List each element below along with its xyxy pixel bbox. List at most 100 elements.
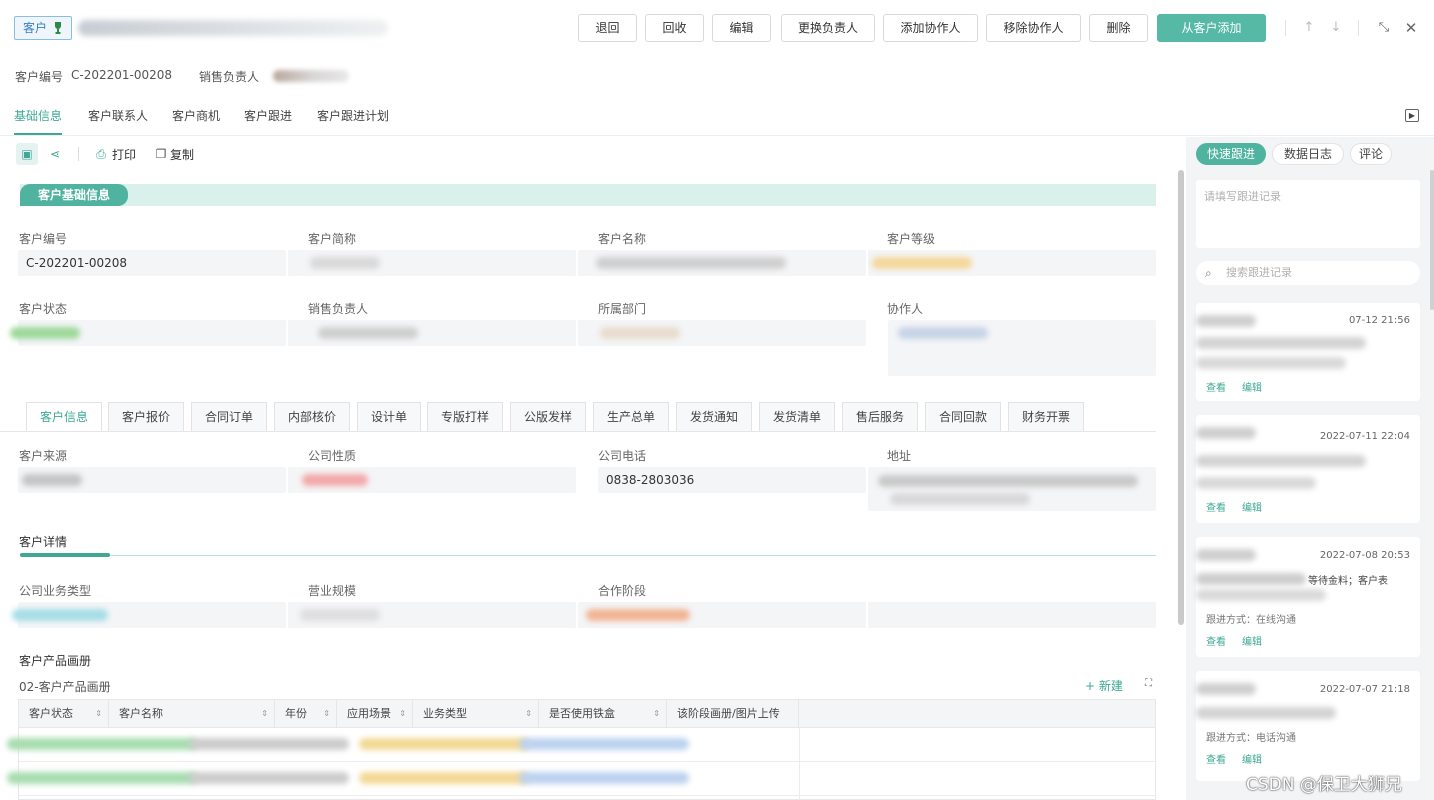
detail-divider bbox=[20, 555, 1156, 556]
copy-icon[interactable]: ❐ bbox=[150, 143, 172, 165]
tab-customer-followup-plan[interactable]: 客户跟进计划 bbox=[317, 107, 389, 124]
inner-tab-customer-info[interactable]: 客户信息 bbox=[26, 402, 102, 432]
edit-button[interactable]: 编辑 bbox=[712, 14, 771, 42]
redacted-row-data bbox=[519, 772, 689, 784]
remove-collaborator-button[interactable]: 移除协作人 bbox=[986, 14, 1081, 42]
field-label-code: 客户编号 bbox=[19, 232, 68, 246]
column-divider bbox=[799, 728, 800, 800]
redacted-status-tag bbox=[10, 327, 80, 339]
inner-tab-production-order[interactable]: 生产总单 bbox=[593, 402, 669, 432]
sort-icon[interactable]: ⇕ bbox=[399, 700, 406, 728]
add-from-customer-button[interactable]: 从客户添加 bbox=[1157, 14, 1266, 42]
back-button[interactable]: 退回 bbox=[578, 14, 637, 42]
main-scrollbar[interactable] bbox=[1178, 170, 1184, 625]
followup-time: 2022-07-11 22:04 bbox=[1319, 431, 1410, 442]
search-icon: ⌕ bbox=[1205, 266, 1212, 280]
column-header[interactable]: 该阶段画册/图片上传 bbox=[667, 700, 799, 728]
summary-code-label: 客户编号 bbox=[15, 70, 64, 84]
shrink-icon[interactable]: ⤡ bbox=[1375, 18, 1393, 38]
column-header[interactable]: 年份 ⇕ bbox=[275, 700, 337, 728]
view-link[interactable]: 查看 bbox=[1206, 633, 1226, 648]
tab-comments[interactable]: 评论 bbox=[1350, 143, 1392, 165]
followup-card: 2022-07-07 21:18 跟进方式：电话沟通 查看 编辑 bbox=[1196, 671, 1420, 781]
field-label-name: 客户名称 bbox=[598, 232, 647, 246]
inner-tab-public-sample[interactable]: 公版发样 bbox=[510, 402, 586, 432]
redacted-value bbox=[596, 257, 786, 269]
print-button[interactable]: 打印 bbox=[112, 146, 136, 163]
change-owner-button[interactable]: 更换负责人 bbox=[781, 14, 875, 42]
redacted-author bbox=[1196, 683, 1256, 695]
tab-customer-followup[interactable]: 客户跟进 bbox=[244, 107, 292, 124]
tab-quick-followup[interactable]: 快速跟进 bbox=[1196, 143, 1266, 165]
inner-tab-invoice[interactable]: 财务开票 bbox=[1008, 402, 1084, 432]
inner-tab-internal-pricing[interactable]: 内部核价 bbox=[274, 402, 350, 432]
redacted-content bbox=[1196, 337, 1366, 349]
arrow-down-icon[interactable]: ↓ bbox=[1327, 18, 1345, 38]
customer-title-redacted bbox=[78, 20, 388, 36]
add-collaborator-button[interactable]: 添加协作人 bbox=[883, 14, 978, 42]
view-link[interactable]: 查看 bbox=[1206, 499, 1226, 514]
sort-icon[interactable]: ⇕ bbox=[261, 700, 268, 728]
edit-view-icon[interactable]: ▣ bbox=[16, 143, 38, 165]
redacted-row-data bbox=[519, 738, 689, 750]
followup-note-input[interactable]: 请填写跟进记录 bbox=[1196, 180, 1420, 248]
view-link[interactable]: 查看 bbox=[1206, 379, 1226, 394]
tab-customer-opportunities[interactable]: 客户商机 bbox=[172, 107, 220, 124]
inner-tab-custom-proof[interactable]: 专版打样 bbox=[427, 402, 503, 432]
edit-link[interactable]: 编辑 bbox=[1242, 633, 1262, 648]
redacted-row-data bbox=[189, 738, 349, 750]
tab-data-log[interactable]: 数据日志 bbox=[1272, 143, 1344, 165]
inner-tab-quotation[interactable]: 客户报价 bbox=[108, 402, 184, 432]
field-hidden[interactable] bbox=[868, 602, 1156, 628]
column-header-label: 客户名称 bbox=[119, 707, 163, 720]
column-header-label: 该阶段画册/图片上传 bbox=[677, 707, 780, 720]
redacted-value bbox=[878, 475, 1138, 487]
followup-method: 跟进方式：在线沟通 bbox=[1206, 615, 1296, 626]
field-code[interactable]: C-202201-00208 bbox=[18, 250, 286, 276]
close-icon[interactable]: ✕ bbox=[1402, 18, 1420, 38]
detail-header: 客户 退回 回收 编辑 更换负责人 添加协作人 移除协作人 删除 从客户添加 ↑… bbox=[0, 0, 1434, 58]
column-header[interactable]: 业务类型 ⇕ bbox=[413, 700, 539, 728]
delete-button[interactable]: 删除 bbox=[1089, 14, 1148, 42]
edit-link[interactable]: 编辑 bbox=[1242, 751, 1262, 766]
section-header-band bbox=[20, 184, 1156, 206]
print-icon[interactable]: ⎙ bbox=[90, 143, 112, 165]
tab-basic-info[interactable]: 基础信息 bbox=[14, 107, 62, 124]
customer-tag-label: 客户 bbox=[23, 21, 48, 35]
product-album-subtitle: 02-客户产品画册 bbox=[19, 680, 111, 694]
redacted-stage-tag bbox=[586, 609, 690, 621]
column-header[interactable]: 应用场景 ⇕ bbox=[337, 700, 413, 728]
toolbar-divider bbox=[78, 147, 79, 161]
column-header-label: 业务类型 bbox=[423, 707, 467, 720]
inner-tab-contract-order[interactable]: 合同订单 bbox=[191, 402, 267, 432]
arrow-up-icon[interactable]: ↑ bbox=[1300, 18, 1318, 38]
copy-button[interactable]: 复制 bbox=[170, 146, 194, 163]
inner-tab-design-order[interactable]: 设计单 bbox=[357, 402, 421, 432]
view-link[interactable]: 查看 bbox=[1206, 751, 1226, 766]
redacted-content bbox=[1196, 573, 1306, 585]
redacted-value bbox=[22, 474, 82, 486]
field-phone[interactable]: 0838-2803036 bbox=[598, 467, 866, 493]
active-tab-underline bbox=[14, 133, 62, 135]
followup-search-input[interactable]: ⌕ 搜索跟进记录 bbox=[1196, 261, 1420, 285]
inner-tab-contract-payment[interactable]: 合同回款 bbox=[925, 402, 1001, 432]
inner-tab-shipping-list[interactable]: 发货清单 bbox=[759, 402, 835, 432]
column-header[interactable]: 客户名称 ⇕ bbox=[109, 700, 275, 728]
inner-tab-shipping-notice[interactable]: 发货通知 bbox=[676, 402, 752, 432]
edit-link[interactable]: 编辑 bbox=[1242, 379, 1262, 394]
collapse-panel-icon[interactable]: ▶ bbox=[1405, 109, 1419, 122]
edit-link[interactable]: 编辑 bbox=[1242, 499, 1262, 514]
fullscreen-icon[interactable]: ⛶ bbox=[1145, 678, 1152, 689]
column-header[interactable]: 是否使用铁盒 ⇕ bbox=[539, 700, 667, 728]
inner-tab-after-sales[interactable]: 售后服务 bbox=[842, 402, 918, 432]
followup-scrollbar[interactable] bbox=[1430, 170, 1434, 310]
sort-icon[interactable]: ⇕ bbox=[653, 700, 660, 728]
column-header[interactable]: 客户状态 ⇕ bbox=[19, 700, 109, 728]
sort-icon[interactable]: ⇕ bbox=[95, 700, 102, 728]
new-album-button[interactable]: + 新建 bbox=[1085, 677, 1123, 694]
sort-icon[interactable]: ⇕ bbox=[525, 700, 532, 728]
share-icon[interactable]: ⋖ bbox=[44, 143, 66, 165]
tab-customer-contacts[interactable]: 客户联系人 bbox=[88, 107, 148, 124]
recycle-button[interactable]: 回收 bbox=[645, 14, 704, 42]
sort-icon[interactable]: ⇕ bbox=[323, 700, 330, 728]
